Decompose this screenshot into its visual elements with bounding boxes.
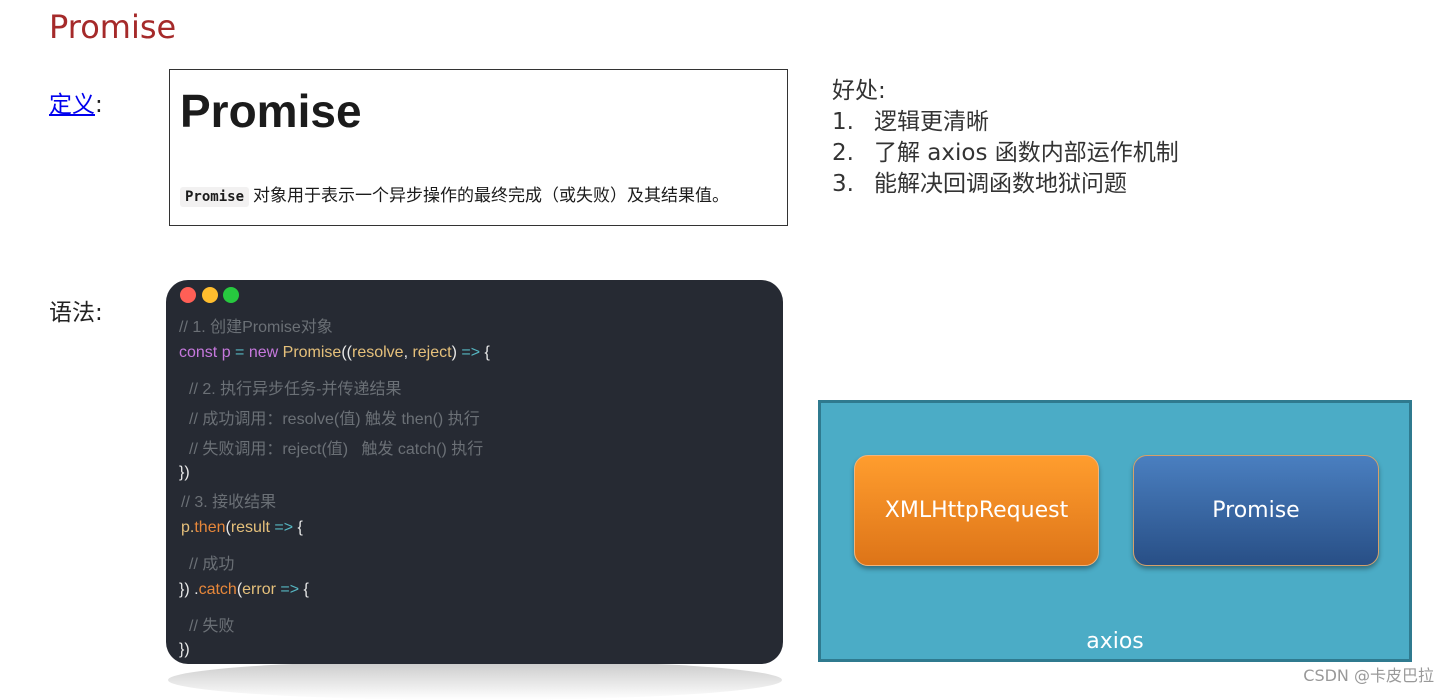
code-line: }) .catch(error => { [179, 581, 309, 599]
code-window-reflection [168, 660, 782, 700]
code-token: (( [341, 344, 352, 361]
code-token: new [244, 344, 283, 361]
definition-label: 定义: [49, 85, 103, 119]
code-token: error [242, 581, 276, 598]
definition-colon: : [95, 92, 103, 118]
benefit-text: 了解 axios 函数内部运作机制 [874, 140, 1179, 166]
code-token: { [293, 519, 303, 536]
benefit-item: 3. 能解决回调函数地狱问题 [832, 169, 1179, 200]
code-token: }) . [179, 581, 199, 598]
benefit-item: 2. 了解 axios 函数内部运作机制 [832, 138, 1179, 169]
benefit-number: 2. [832, 140, 854, 166]
mdn-definition-screenshot: Promise Promise 对象用于表示一个异步操作的最终完成（或失败）及其结… [169, 69, 788, 226]
promise-box: Promise [1133, 455, 1379, 566]
code-comment: // 失败 [189, 618, 235, 635]
code-token: => [269, 519, 294, 536]
code-window: // 1. 创建Promise对象 const p = new Promise(… [166, 280, 783, 664]
code-token: ) [451, 344, 462, 361]
code-token: p. [181, 519, 195, 536]
code-comment: // 成功 [189, 556, 235, 573]
code-token: => [461, 344, 481, 361]
code-token: p [217, 344, 236, 361]
watermark: CSDN @卡皮巴拉 [1303, 666, 1434, 685]
mdn-description-text: 对象用于表示一个异步操作的最终完成（或失败）及其结果值。 [253, 186, 730, 206]
code-token: => [275, 581, 300, 598]
code-comment: // 2. 执行异步任务-并传递结果 [189, 381, 402, 398]
code-token: const [179, 344, 218, 361]
code-token: catch [198, 581, 237, 598]
code-token: then [194, 519, 226, 536]
code-token: Promise [282, 344, 342, 361]
code-token: { [299, 581, 309, 598]
code-line: const p = new Promise((resolve, reject) … [179, 344, 490, 362]
code-line: }) [179, 464, 190, 481]
code-token: = [235, 344, 245, 361]
syntax-label: 语法: [49, 300, 103, 326]
code-token: { [480, 344, 490, 361]
xmlhttprequest-box: XMLHttpRequest [854, 455, 1099, 566]
benefit-text: 能解决回调函数地狱问题 [874, 171, 1127, 197]
benefit-item: 1. 逻辑更清晰 [832, 107, 1179, 138]
axios-diagram: XMLHttpRequest Promise axios [818, 400, 1412, 662]
code-token: reject [412, 344, 452, 361]
window-minimize-dot-icon [202, 287, 218, 303]
benefit-number: 1. [832, 109, 854, 135]
code-line: p.then(result => { [181, 519, 303, 537]
code-token: result [230, 519, 270, 536]
mdn-code-token: Promise [180, 187, 250, 207]
code-token: resolve [351, 344, 404, 361]
window-close-dot-icon [180, 287, 196, 303]
code-comment: // 成功调用：resolve(值) 触发 then() 执行 [189, 411, 480, 428]
benefits-heading: 好处: [832, 78, 886, 104]
axios-label: axios [1086, 629, 1144, 654]
definition-link[interactable]: 定义 [49, 92, 95, 118]
page-title: Promise [49, 8, 177, 46]
code-comment: // 1. 创建Promise对象 [179, 319, 333, 336]
code-comment: // 3. 接收结果 [181, 494, 277, 511]
benefit-text: 逻辑更清晰 [874, 109, 989, 135]
benefit-number: 3. [832, 171, 854, 197]
code-line: }) [179, 641, 190, 658]
mdn-description: Promise 对象用于表示一个异步操作的最终完成（或失败）及其结果值。 [180, 181, 730, 207]
benefits-list: 好处: 1. 逻辑更清晰 2. 了解 axios 函数内部运作机制 3. 能解决回调函… [832, 76, 1179, 200]
code-comment: // 失败调用：reject(值) 触发 catch() 执行 [189, 441, 484, 458]
window-maximize-dot-icon [223, 287, 239, 303]
mdn-title: Promise [180, 85, 362, 137]
